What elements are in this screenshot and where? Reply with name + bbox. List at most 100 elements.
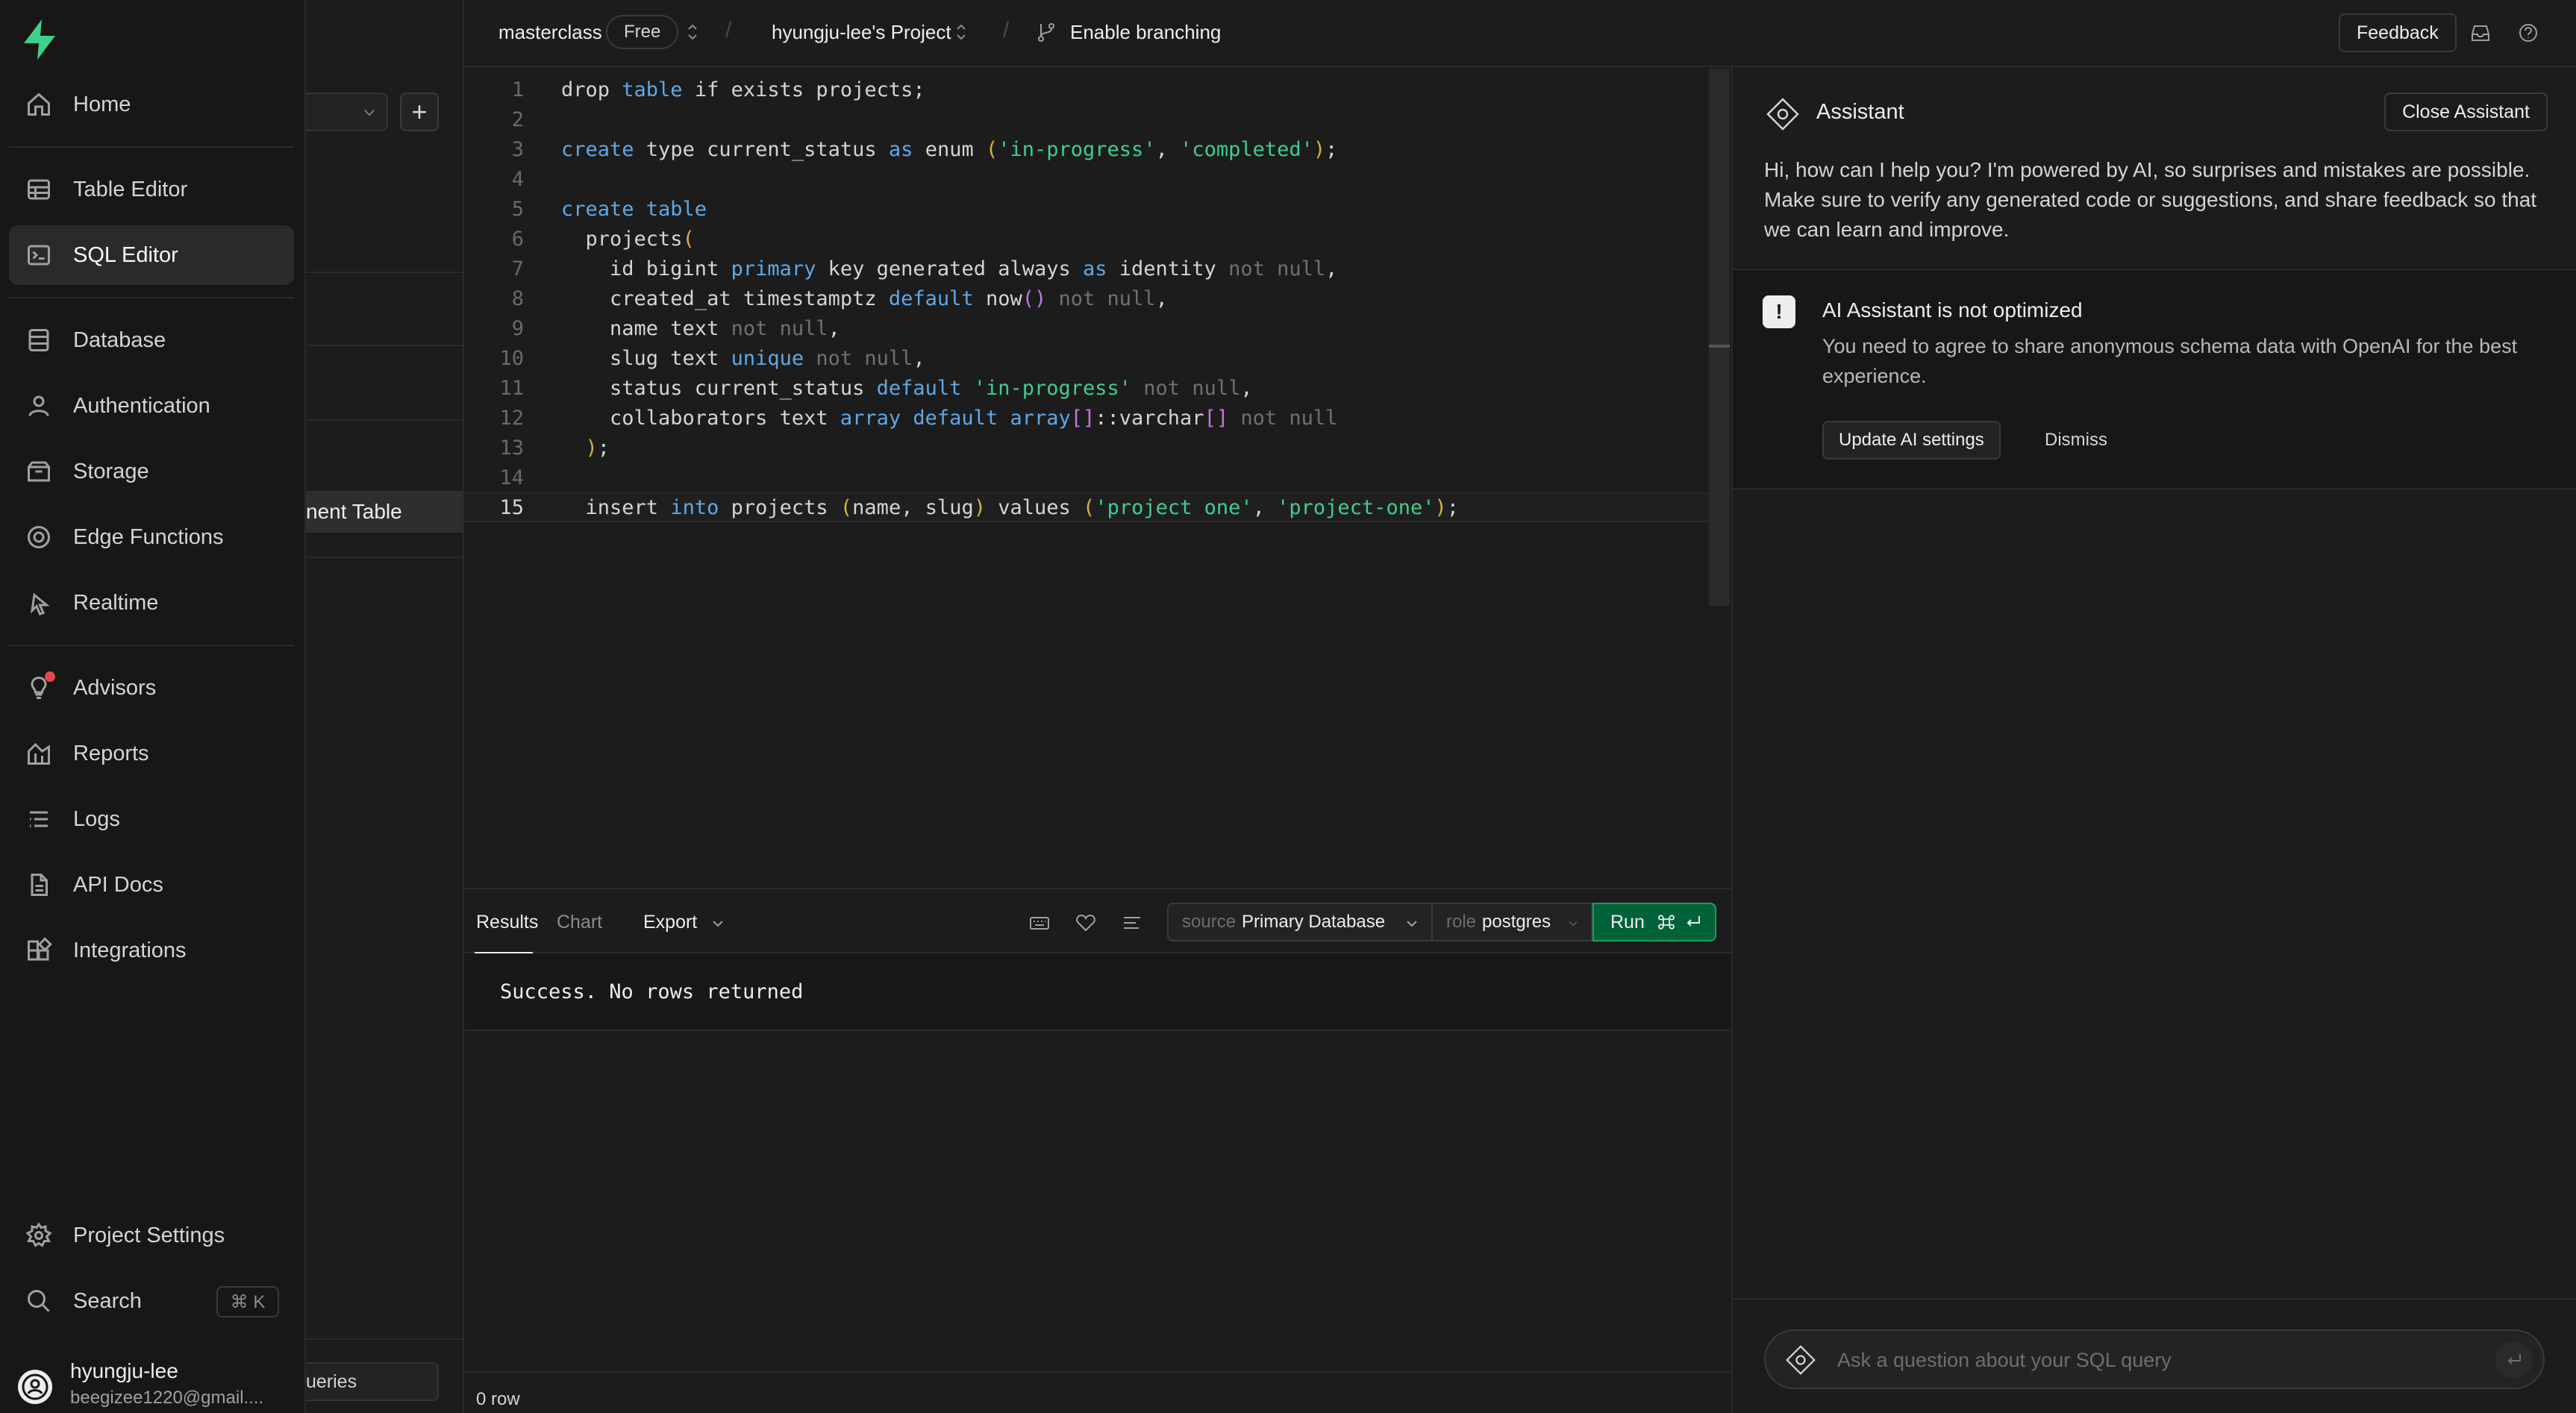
results-footer: 0 row [464,1371,1731,1413]
code-line-current: 15 insert into projects (name, slug) val… [464,492,1709,522]
panel-divider [306,1338,463,1340]
nav-item-realtime[interactable]: Realtime [9,573,294,633]
add-snippet-button[interactable]: + [400,93,439,131]
nav-item-authentication[interactable]: Authentication [9,376,294,436]
line-number: 5 [511,197,524,221]
nav-item-label: Database [73,328,166,352]
queries-label: ueries [306,1370,357,1392]
globe-icon [24,522,54,552]
project-selector[interactable]: hyungju-lee's Project [772,21,951,44]
code-line: 2 [464,104,1709,134]
assistant-input-box[interactable] [1764,1329,2545,1389]
nav-item-logs[interactable]: Logs [9,789,294,849]
nav-item-label: Advisors [73,675,157,700]
align-left-icon[interactable] [1121,912,1143,934]
line-number: 13 [499,436,524,460]
database-icon [24,325,54,355]
source-label: source [1182,912,1237,932]
search-shortcut: ⌘ K [216,1286,279,1318]
notification-dot [45,671,55,682]
ai-warning-card: ! AI Assistant is not optimized You need… [1733,269,2576,489]
assistant-input-area [1733,1298,2576,1413]
enable-branching-button[interactable]: Enable branching [1070,21,1221,44]
panel-divider [306,272,463,273]
queries-button[interactable]: ueries [306,1362,439,1401]
nav-item-label: Storage [73,459,149,483]
nav-item-home[interactable]: Home [9,75,294,134]
nav-divider [9,297,294,298]
scrollbar-marker [1709,345,1730,348]
search-icon [24,1286,54,1316]
dismiss-button[interactable]: Dismiss [2045,430,2107,451]
nav-search[interactable]: Search ⌘ K [9,1271,294,1331]
nav-item-project-settings[interactable]: Project Settings [9,1206,294,1265]
result-message-area: Success. No rows returned [464,953,1731,1031]
grid-icon [24,936,54,965]
nav-item-label: API Docs [73,872,163,897]
nav-item-integrations[interactable]: Integrations [9,921,294,980]
run-button[interactable]: Run [1592,903,1716,942]
table-icon [24,175,54,204]
nav-divider [9,645,294,646]
help-icon[interactable] [2518,22,2539,43]
heart-icon[interactable] [1075,912,1097,934]
alert-icon: ! [1763,295,1795,328]
nav-item-database[interactable]: Database [9,310,294,370]
nav-item-label: Edge Functions [73,524,224,549]
code-line: 9 name text not null, [464,313,1709,343]
sql-code-editor[interactable]: 1 drop table if exists projects; 2 3 creat… [464,67,1731,888]
breadcrumb-separator: / [725,18,732,43]
nav-item-api-docs[interactable]: API Docs [9,855,294,915]
pointer-icon [24,588,54,618]
code-line: 11 status current_status default 'in-pro… [464,373,1709,403]
keyboard-icon[interactable] [1028,912,1051,934]
breadcrumb-separator: / [1003,18,1010,43]
user-email: beegizee1220@gmail.... [70,1388,264,1408]
supabase-logo-icon[interactable] [19,18,60,61]
line-number: 14 [499,466,524,489]
feedback-button[interactable]: Feedback [2339,13,2457,52]
nav-item-storage[interactable]: Storage [9,442,294,501]
role-selector[interactable]: role postgres [1431,903,1592,942]
git-branch-icon [1038,23,1054,42]
warning-title: AI Assistant is not optimized [1822,298,2083,322]
ai-assistant-icon [1766,98,1799,131]
line-number: 12 [499,406,524,430]
gear-icon [24,1221,54,1250]
code-line: 12 collaborators text array default arra… [464,403,1709,433]
assistant-question-input[interactable] [1836,1341,2480,1379]
source-selector[interactable]: source Primary Database [1167,903,1433,942]
avatar-icon[interactable] [16,1368,54,1406]
panel-divider [306,419,463,421]
nav-item-sql-editor[interactable]: SQL Editor [9,225,294,285]
line-number: 9 [511,316,524,340]
assistant-panel: Assistant Close Assistant Hi, how can I … [1731,67,2576,1413]
update-ai-settings-button[interactable]: Update AI settings [1822,421,2001,460]
lightbulb-icon [24,671,55,703]
nav-item-advisors[interactable]: Advisors [9,658,294,718]
result-message: Success. No rows returned [500,980,804,1003]
export-dropdown[interactable]: Export [643,912,697,933]
editor-scrollbar[interactable] [1709,69,1730,606]
org-selector[interactable]: masterclass [498,21,602,44]
send-button[interactable] [2495,1341,2533,1379]
tab-results[interactable]: Results [476,912,538,933]
chevrons-updown-icon[interactable] [954,19,969,45]
tab-chart[interactable]: Chart [557,912,602,933]
ai-assistant-icon [1786,1345,1816,1375]
snippet-item-active[interactable]: nent Table [306,491,463,533]
chevron-down-icon[interactable] [710,916,725,931]
inbox-icon[interactable] [2470,22,2491,43]
snippet-filter-select[interactable] [306,93,388,131]
nav-item-table-editor[interactable]: Table Editor [9,160,294,219]
assistant-title: Assistant [1816,100,1904,124]
user-name: hyungju-lee [70,1359,178,1382]
nav-item-edge-functions[interactable]: Edge Functions [9,507,294,567]
nav-item-reports[interactable]: Reports [9,724,294,783]
nav-item-label: Authentication [73,393,210,418]
chart-icon [24,739,54,768]
chevrons-updown-icon[interactable] [685,19,700,45]
code-line: 3 create type current_status as enum ('in… [464,134,1709,164]
close-assistant-button[interactable]: Close Assistant [2384,93,2548,131]
command-icon [1657,915,1675,930]
